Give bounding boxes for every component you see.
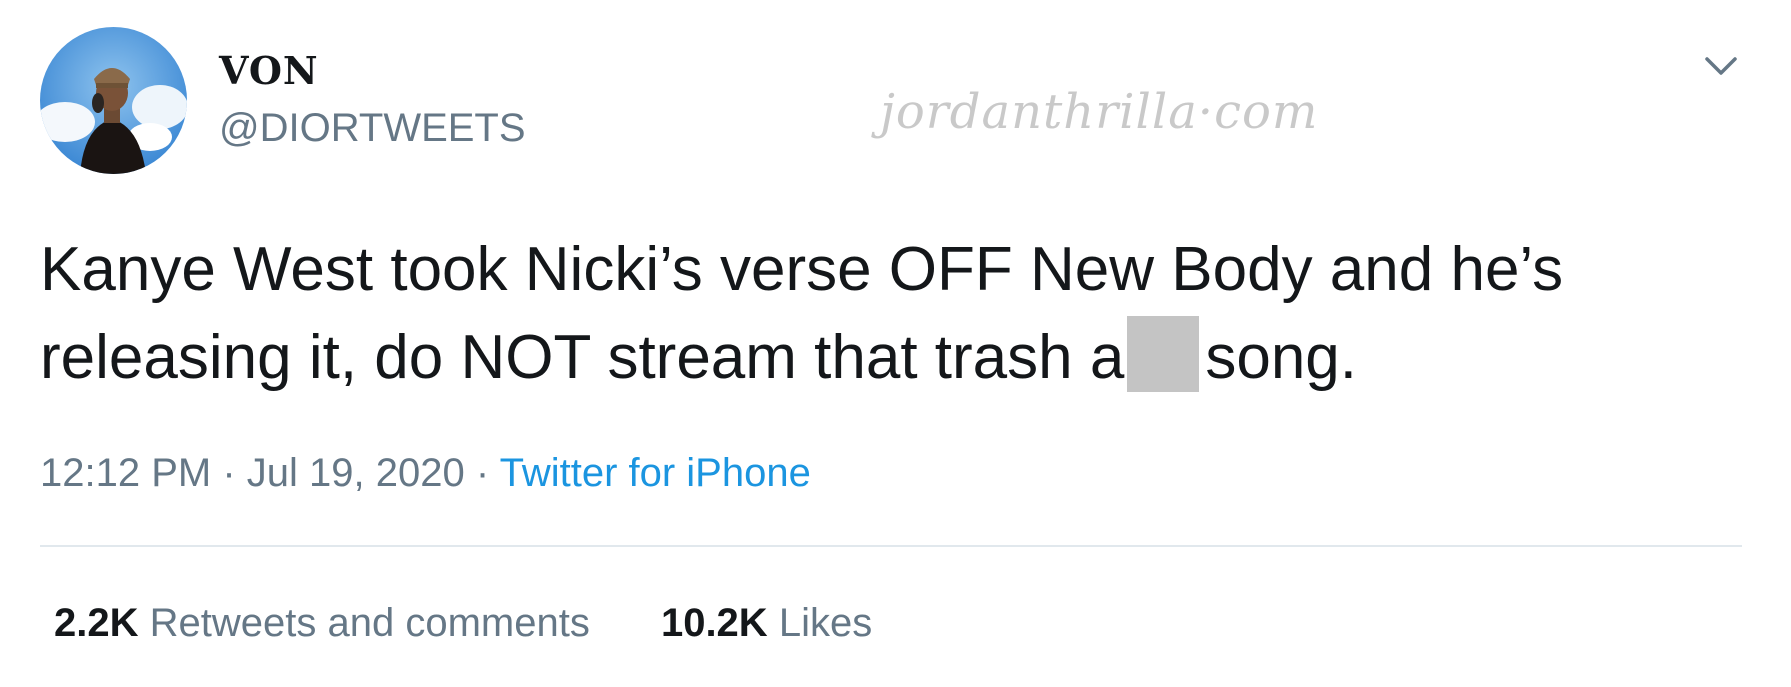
watermark: jordanthrilla·com	[880, 84, 1319, 140]
likes-label: Likes	[778, 601, 873, 645]
likes-count: 10.2K	[660, 601, 768, 645]
tweet-time[interactable]: 12:12 PM	[40, 451, 211, 495]
tweet-card: VON @DIORTWEETS jordanthrilla·com Kanye …	[0, 0, 1791, 687]
user-handle[interactable]: @DIORTWEETS	[219, 104, 526, 152]
tweet-date[interactable]: Jul 19, 2020	[247, 451, 465, 495]
meta-separator: ·	[475, 451, 490, 495]
retweets-count: 2.2K	[54, 601, 139, 645]
tweet-stats: 2.2K Retweets and comments 10.2K Likes	[54, 598, 872, 648]
avatar[interactable]	[40, 27, 187, 174]
retweets-label: Retweets and comments	[149, 601, 590, 645]
chevron-down-icon[interactable]	[1700, 48, 1742, 84]
meta-separator: ·	[222, 451, 236, 495]
divider	[40, 545, 1742, 547]
avatar-image	[40, 27, 187, 174]
tweet-meta: 12:12 PM · Jul 19, 2020 · Twitter for iP…	[40, 448, 811, 498]
tweet-text: Kanye West took Nicki’s verse OFF New Bo…	[40, 226, 1760, 402]
tweet-source-link[interactable]: Twitter for iPhone	[500, 451, 811, 495]
redaction-box	[1127, 316, 1200, 392]
display-name[interactable]: VON	[219, 46, 319, 96]
retweets-stat[interactable]: 2.2K Retweets and comments	[54, 598, 590, 648]
likes-stat[interactable]: 10.2K Likes	[661, 598, 872, 648]
tweet-text-part2: song.	[1205, 323, 1358, 392]
